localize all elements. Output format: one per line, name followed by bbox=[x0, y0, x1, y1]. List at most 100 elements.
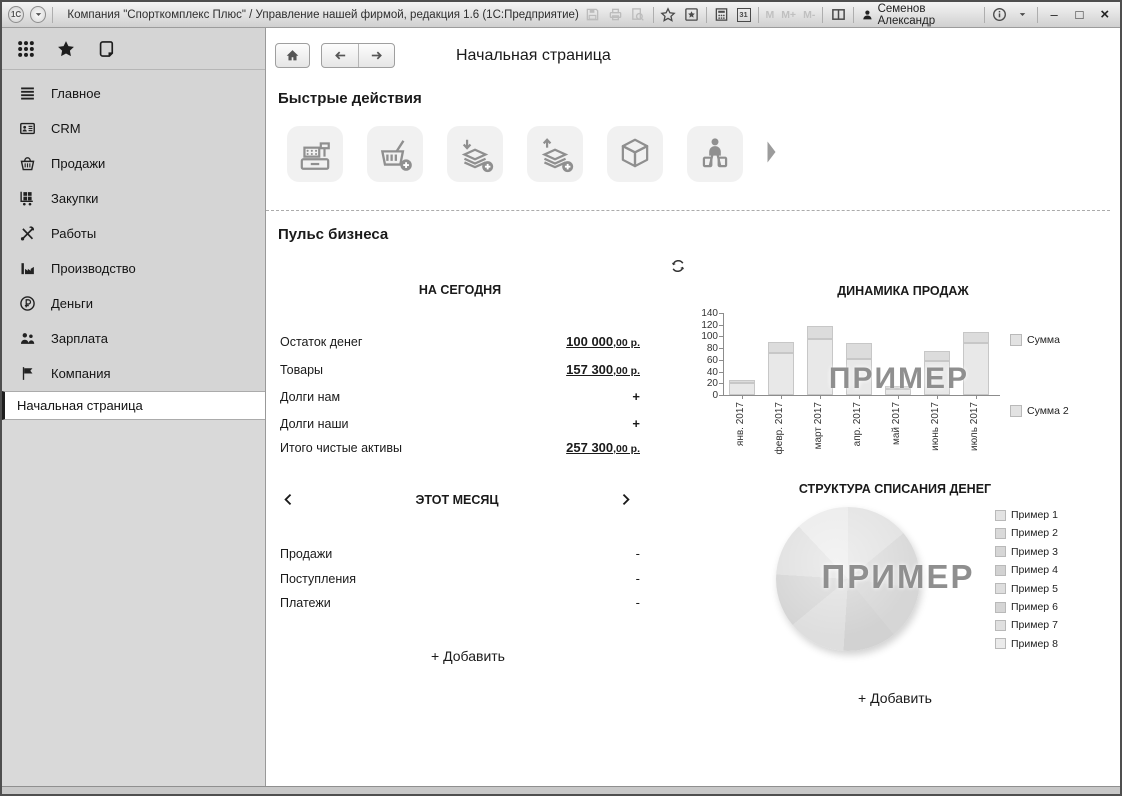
print-icon bbox=[607, 6, 623, 23]
quick-actions-heading: Быстрые действия bbox=[278, 90, 422, 107]
divider bbox=[822, 6, 824, 23]
memory-m-button: M bbox=[765, 8, 775, 21]
month-add-button[interactable]: + Добавить bbox=[280, 648, 656, 664]
sidebar-empty-area bbox=[2, 420, 265, 786]
quick-action-new-sale[interactable] bbox=[367, 126, 423, 182]
pie-legend-item: Пример 4 bbox=[995, 564, 1058, 576]
sidebar: Главное CRM Продажи Закупки Работы Производст… bbox=[2, 28, 266, 786]
tab-home-page[interactable]: Начальная страница bbox=[2, 391, 265, 420]
user-icon bbox=[861, 8, 874, 22]
main-menu-dropdown[interactable] bbox=[30, 6, 47, 23]
sidebar-item-production[interactable]: Производство bbox=[2, 251, 265, 286]
quick-actions-row bbox=[287, 126, 743, 182]
sidebar-item-label: Производство bbox=[51, 261, 136, 276]
legend-swatch bbox=[995, 638, 1006, 650]
calculator-icon[interactable] bbox=[714, 6, 730, 23]
today-row-value[interactable]: + bbox=[632, 389, 640, 404]
quick-action-money-in[interactable] bbox=[447, 126, 503, 182]
favorites-star-icon[interactable] bbox=[660, 6, 676, 23]
cart-icon bbox=[19, 190, 36, 207]
main-content: Начальная страница Быстрые действия Пуль… bbox=[266, 28, 1120, 786]
divider bbox=[1037, 6, 1038, 23]
quick-action-courier[interactable] bbox=[687, 126, 743, 182]
month-row: Поступления - bbox=[280, 571, 640, 586]
quick-action-cash-register[interactable] bbox=[287, 126, 343, 182]
today-row: Долги наши + bbox=[280, 416, 640, 431]
prev-month-icon[interactable] bbox=[282, 492, 295, 507]
current-user[interactable]: Семенов Александр bbox=[861, 3, 977, 27]
sidebar-item-label: Зарплата bbox=[51, 331, 108, 346]
close-button[interactable]: × bbox=[1096, 6, 1114, 23]
app-window: 1С Компания "Спорткомплекс Плюс" / Управ… bbox=[0, 0, 1122, 796]
bar-legend-item: Сумма 2 bbox=[1010, 405, 1069, 417]
favorites-icon[interactable] bbox=[56, 39, 76, 59]
legend-swatch bbox=[1010, 405, 1022, 417]
legend-swatch bbox=[1010, 334, 1022, 346]
today-row-label: Остаток денег bbox=[280, 335, 363, 349]
sidebar-item-main[interactable]: Главное bbox=[2, 76, 265, 111]
bar-legend-item: Сумма bbox=[1010, 334, 1060, 346]
pie-legend-item: Пример 3 bbox=[995, 546, 1058, 558]
today-row-label: Долги наши bbox=[280, 417, 349, 431]
tab-home-page-label: Начальная страница bbox=[17, 398, 143, 413]
maximize-button[interactable]: □ bbox=[1070, 7, 1088, 22]
pie-legend-item: Пример 6 bbox=[995, 601, 1058, 613]
cash-register-icon bbox=[296, 135, 334, 173]
today-row-value[interactable]: + bbox=[632, 416, 640, 431]
tools-icon bbox=[19, 225, 36, 242]
pie-legend-item: Пример 1 bbox=[995, 509, 1058, 521]
sidebar-item-crm[interactable]: CRM bbox=[2, 111, 265, 146]
today-row: Товары 157 300,00 р. bbox=[280, 362, 640, 377]
history-icon[interactable] bbox=[96, 39, 116, 59]
user-name: Семенов Александр bbox=[877, 2, 936, 27]
today-row-value-link[interactable]: 157 300,00 р. bbox=[566, 362, 640, 377]
pie-legend-item: Пример 7 bbox=[995, 619, 1058, 631]
legend-swatch bbox=[995, 601, 1006, 613]
window-bottom-frame bbox=[2, 786, 1120, 794]
bar-x-label: май 2017 bbox=[891, 402, 902, 446]
divider bbox=[852, 6, 854, 23]
next-month-icon[interactable] bbox=[619, 492, 632, 507]
sidebar-item-works[interactable]: Работы bbox=[2, 216, 265, 251]
sidebar-item-sales[interactable]: Продажи bbox=[2, 146, 265, 181]
sidebar-item-company[interactable]: Компания bbox=[2, 356, 265, 391]
info-icon[interactable] bbox=[992, 6, 1008, 23]
quick-action-money-out[interactable] bbox=[527, 126, 583, 182]
bar-x-label: янв. 2017 bbox=[735, 402, 746, 447]
sidebar-item-money[interactable]: Деньги bbox=[2, 286, 265, 321]
sidebar-toolbar bbox=[2, 28, 265, 70]
pulse-heading: Пульс бизнеса bbox=[278, 226, 389, 243]
sidebar-item-purchases[interactable]: Закупки bbox=[2, 181, 265, 216]
refresh-icon[interactable] bbox=[670, 258, 686, 274]
today-row-value-link[interactable]: 257 300,00 р. bbox=[566, 440, 640, 455]
back-button[interactable] bbox=[322, 44, 358, 67]
more-actions-chevron-icon[interactable] bbox=[766, 140, 778, 164]
quick-action-goods[interactable] bbox=[607, 126, 663, 182]
calendar-icon[interactable]: 31 bbox=[736, 7, 751, 22]
forward-button[interactable] bbox=[358, 44, 394, 67]
sidebar-item-label: Закупки bbox=[51, 191, 99, 206]
minimize-button[interactable]: – bbox=[1045, 7, 1063, 22]
legend-swatch bbox=[995, 509, 1006, 521]
app-logo-icon[interactable]: 1С bbox=[8, 6, 25, 23]
sidebar-item-salary[interactable]: Зарплата bbox=[2, 321, 265, 356]
today-row-label: Итого чистые активы bbox=[280, 441, 403, 455]
month-row-value: - bbox=[635, 571, 640, 586]
chevron-down-icon[interactable] bbox=[1014, 6, 1030, 23]
basket-icon bbox=[19, 155, 36, 172]
add-favorite-icon[interactable] bbox=[683, 6, 699, 23]
sections-grid-icon[interactable] bbox=[16, 39, 36, 59]
pie-add-button[interactable]: + Добавить bbox=[715, 690, 1075, 706]
split-window-icon[interactable] bbox=[830, 6, 846, 23]
today-row-value-link[interactable]: 100 000,00 р. bbox=[566, 334, 640, 349]
pie-watermark: ПРИМЕР bbox=[821, 558, 975, 595]
divider bbox=[983, 6, 985, 23]
flag-icon bbox=[19, 365, 36, 382]
save-icon bbox=[585, 6, 601, 23]
basket-add-icon bbox=[376, 135, 414, 173]
titlebar: 1С Компания "Спорткомплекс Плюс" / Управ… bbox=[2, 2, 1120, 28]
sidebar-item-label: Продажи bbox=[51, 156, 106, 171]
pie-legend-item: Пример 5 bbox=[995, 583, 1058, 595]
home-button[interactable] bbox=[275, 43, 310, 68]
sidebar-item-label: Главное bbox=[51, 86, 101, 101]
